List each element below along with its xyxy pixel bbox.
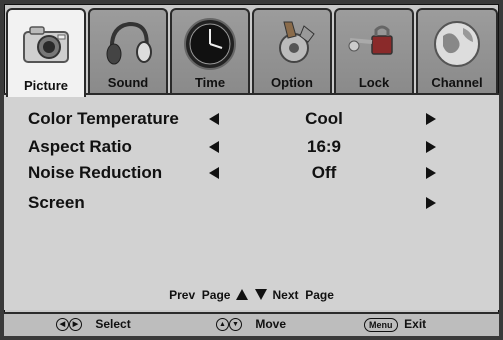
menu-key-icon: Menu [364, 317, 398, 332]
gear-drill-icon [279, 21, 315, 63]
tab-picture[interactable]: Picture [6, 8, 86, 97]
tab-label: Time [194, 75, 226, 90]
select-hint: ◀ ▶ Select [56, 317, 131, 332]
move-hint: ▲ ▼ Move [216, 317, 287, 332]
setting-name: Screen [28, 193, 85, 212]
camera-icon [23, 26, 69, 63]
menu-tabs: Picture Sound Time Option Lock Channel [6, 8, 498, 97]
setting-name: Color Temperature [28, 109, 179, 128]
right-arrow-icon[interactable] [426, 197, 436, 209]
tab-channel[interactable]: Channel [416, 8, 498, 94]
setting-row-aspect-ratio[interactable]: Aspect Ratio 16:9 [4, 135, 499, 161]
up-key-icon: ▲ [216, 318, 229, 332]
next-label: Next [272, 287, 299, 302]
page-navigation: Prev Page Next Page [4, 287, 499, 302]
tab-label: Picture [23, 78, 69, 93]
tab-label: Lock [358, 75, 390, 90]
right-arrow-icon[interactable] [426, 167, 436, 179]
move-label: Move [255, 317, 287, 331]
prev-label: Prev [169, 287, 196, 302]
tab-sound[interactable]: Sound [88, 8, 168, 94]
tab-label: Sound [107, 75, 149, 90]
setting-row-noise-reduction[interactable]: Noise Reduction Off [4, 161, 499, 187]
right-arrow-icon[interactable] [426, 141, 436, 153]
exit-hint: Menu Exit [364, 317, 426, 332]
left-key-icon: ◀ [56, 318, 69, 332]
left-arrow-icon[interactable] [209, 167, 219, 179]
setting-value: 16:9 [306, 137, 342, 156]
page-down-icon[interactable] [255, 289, 268, 301]
select-label: Select [95, 317, 131, 331]
picture-settings-panel: Color Temperature Cool Aspect Ratio 16:9… [4, 95, 499, 310]
padlock-keys-icon [348, 25, 393, 55]
right-key-icon: ▶ [69, 318, 82, 332]
setting-name: Aspect Ratio [28, 137, 132, 156]
down-key-icon: ▼ [229, 318, 242, 332]
setting-name: Noise Reduction [28, 163, 163, 182]
tab-label: Option [271, 75, 313, 90]
tab-option[interactable]: Option [252, 8, 332, 94]
globe-icon [434, 21, 480, 67]
exit-label: Exit [404, 317, 427, 331]
left-arrow-icon[interactable] [209, 113, 219, 125]
setting-row-screen[interactable]: Screen [4, 191, 499, 217]
tv-osd-frame: Picture Sound Time Option Lock Channel C… [0, 0, 503, 340]
setting-value: Cool [305, 109, 343, 128]
tab-label: Channel [431, 75, 483, 90]
tab-time[interactable]: Time [170, 8, 250, 94]
left-arrow-icon[interactable] [209, 141, 219, 153]
setting-value: Off [311, 163, 337, 182]
key-hint-bar: ◀ ▶ Select ▲ ▼ Move Menu Exit [4, 312, 499, 336]
page-label: Page [305, 287, 334, 302]
page-up-icon[interactable] [235, 289, 248, 301]
clock-icon [184, 18, 236, 70]
tab-lock[interactable]: Lock [334, 8, 414, 94]
setting-row-color-temperature[interactable]: Color Temperature Cool [4, 107, 499, 133]
headphones-icon [106, 21, 152, 65]
page-label: Page [201, 287, 231, 302]
right-arrow-icon[interactable] [426, 113, 436, 125]
